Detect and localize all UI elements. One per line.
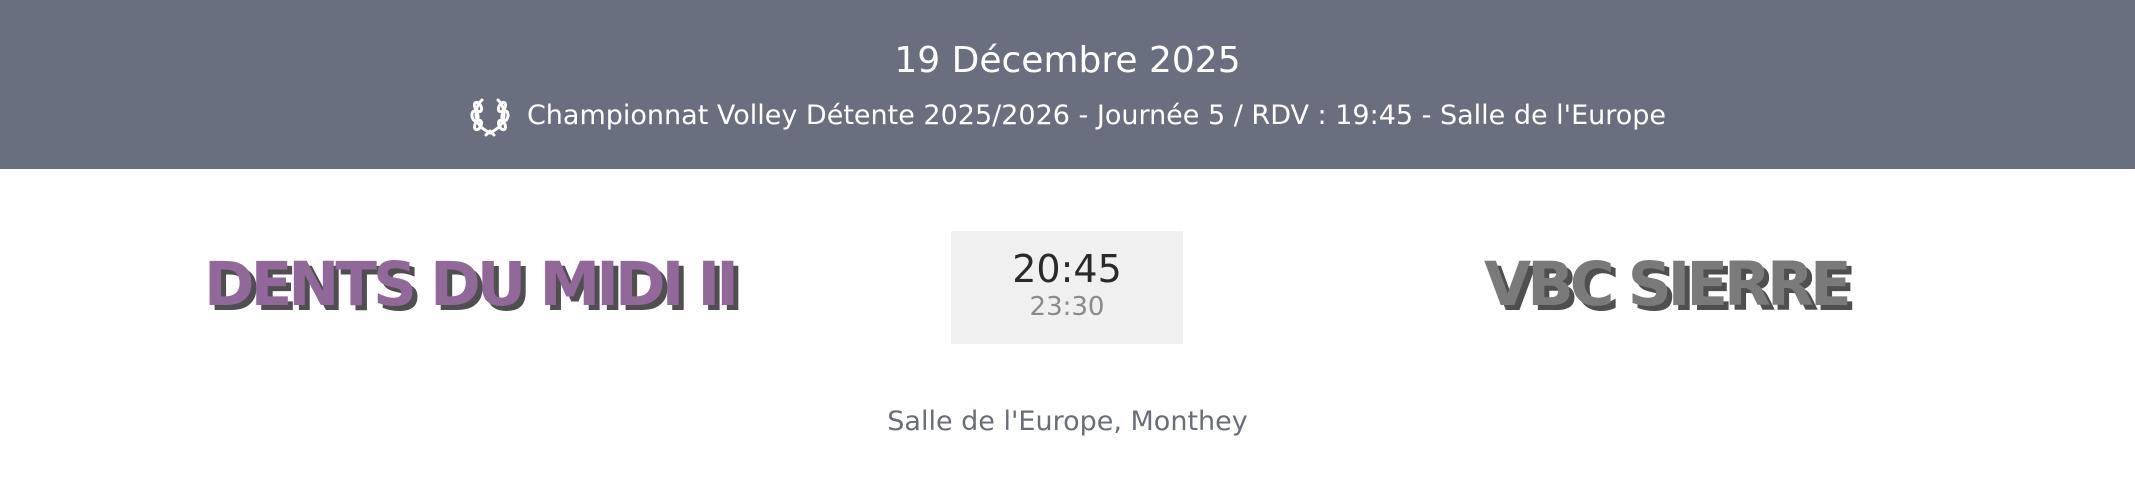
match-card: 19 Décembre 2025 Championnat Volley Déte… — [0, 0, 2135, 486]
end-time: 23:30 — [1029, 292, 1105, 322]
laurel-wreath-icon — [469, 94, 511, 138]
match-date: 19 Décembre 2025 — [894, 40, 1241, 81]
match-time-box: 20:45 23:30 — [951, 231, 1183, 344]
match-header: 19 Décembre 2025 Championnat Volley Déte… — [0, 0, 2135, 169]
competition-label: Championnat Volley Détente 2025/2026 - J… — [526, 100, 1667, 131]
venue-label: Salle de l'Europe, Monthey — [887, 406, 1248, 437]
away-team-name: VBC SIERRE — [1484, 249, 1852, 320]
competition-info: Championnat Volley Détente 2025/2026 - J… — [0, 94, 2135, 138]
start-time: 20:45 — [1012, 247, 1122, 291]
home-team-name: DENTS DU MIDI II — [204, 249, 739, 320]
